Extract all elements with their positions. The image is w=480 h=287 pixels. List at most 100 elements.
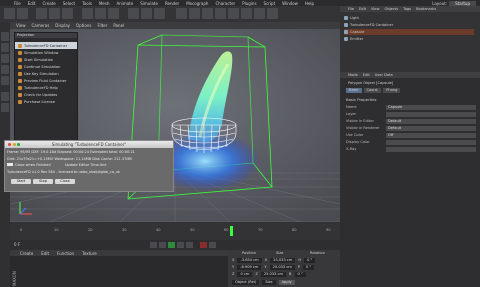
object-name[interactable]: Emitter <box>350 37 363 41</box>
coord-mode-select[interactable]: Object (Rel) <box>232 279 260 285</box>
rotate-tool-icon[interactable] <box>62 8 73 19</box>
light-icon[interactable] <box>267 8 278 19</box>
coord-value-field[interactable]: 25.033 cm <box>260 271 287 277</box>
menu-animate[interactable]: Animate <box>116 1 133 6</box>
plugin-menu-item[interactable]: Simulation Window <box>15 49 77 56</box>
camera-icon[interactable] <box>254 8 265 19</box>
coord-value-field[interactable]: 25.033 cm <box>269 264 295 270</box>
attribute-tab-phong[interactable]: Phong <box>383 88 401 93</box>
plugin-menu-item[interactable]: Continue Simulation <box>15 63 77 70</box>
z-axis-icon[interactable] <box>108 8 119 19</box>
material-menu-edit[interactable]: Edit <box>41 251 49 256</box>
attribute-tab-coord[interactable]: Coord. <box>363 88 382 93</box>
close-when-finished-checkbox[interactable] <box>7 163 13 166</box>
menu-script[interactable]: Script <box>264 1 276 6</box>
attribute-value-field[interactable]: Off <box>386 132 476 138</box>
play-icon[interactable] <box>168 242 175 248</box>
material-menu-texture[interactable]: Texture <box>82 251 97 256</box>
object-name[interactable]: Capsule <box>350 30 364 34</box>
material-menu-function[interactable]: Function <box>57 251 74 256</box>
viewport-menu-view[interactable]: View <box>16 23 26 28</box>
attribute-value-field[interactable]: Default <box>386 125 476 131</box>
viewport-menu-filter[interactable]: Filter <box>97 23 107 28</box>
coord-value-field[interactable]: 25.033 cm <box>270 257 296 263</box>
menu-select[interactable]: Select <box>63 1 75 6</box>
object-menu-edit[interactable]: Edit <box>359 7 366 11</box>
polygons-mode-icon[interactable] <box>1 76 9 85</box>
zoom-window-icon[interactable] <box>17 143 20 146</box>
menu-file[interactable]: File <box>14 1 21 6</box>
step-forward-icon[interactable] <box>177 242 184 248</box>
deformer-icon[interactable] <box>228 8 239 19</box>
plugin-menu-item[interactable]: Check for Updates <box>15 91 77 98</box>
render-picture-icon[interactable] <box>141 8 152 19</box>
material-manager[interactable] <box>10 256 228 287</box>
object-menu-view[interactable]: View <box>371 7 380 11</box>
autokey-icon[interactable] <box>209 242 216 248</box>
plugin-menu-item[interactable]: TurbulenceFD Help <box>15 84 77 91</box>
attribute-value-field[interactable]: Default <box>386 118 476 124</box>
plugin-menu-item[interactable]: Use Key Simulation <box>15 70 77 77</box>
coord-value-field[interactable]: 0 ° <box>304 257 316 263</box>
move-tool-icon[interactable] <box>36 8 47 19</box>
goto-start-icon[interactable] <box>150 242 157 248</box>
menu-mocograph[interactable]: Mocograph <box>186 1 208 6</box>
timeline-playhead[interactable] <box>230 226 233 236</box>
subdivision-icon[interactable] <box>202 8 213 19</box>
y-axis-icon[interactable] <box>95 8 106 19</box>
snap-icon[interactable] <box>1 92 9 101</box>
plugin-menu-item[interactable]: TurbulenceFD Container <box>15 42 77 49</box>
object-menu-bookmarks[interactable]: Bookmarks <box>416 7 436 11</box>
pen-icon[interactable] <box>189 8 200 19</box>
coord-value-field[interactable]: -6.909 cm <box>237 264 262 270</box>
x-axis-icon[interactable] <box>82 8 93 19</box>
redo-icon[interactable] <box>17 8 28 19</box>
menu-character[interactable]: Character <box>215 1 235 6</box>
timeline[interactable]: 0 10 20 30 40 50 60 70 80 90 <box>10 222 340 240</box>
attribute-value-field[interactable] <box>386 146 476 152</box>
cube-icon[interactable] <box>176 8 187 19</box>
undo-icon[interactable] <box>4 8 15 19</box>
coord-value-field[interactable]: 0 ° <box>303 264 315 270</box>
coord-value-field[interactable]: 0 cm <box>237 271 253 277</box>
attribute-menu-user-data[interactable]: User Data <box>375 73 393 77</box>
close-window-icon[interactable] <box>8 143 11 146</box>
viewport-menu-display[interactable]: Display <box>55 23 70 28</box>
model-mode-icon[interactable] <box>1 32 9 41</box>
goto-end-icon[interactable] <box>186 242 193 248</box>
viewport-menu-panel[interactable]: Panel <box>113 23 124 28</box>
plugin-menu-item[interactable]: Purchase License <box>15 98 77 105</box>
attribute-value-field[interactable] <box>386 139 476 145</box>
viewport-menu-options[interactable]: Options <box>76 23 91 28</box>
coord-value-field[interactable]: -3.654 cm <box>237 257 262 263</box>
apply-button[interactable]: Apply <box>278 279 295 285</box>
plugin-menu-item[interactable]: Start Simulation <box>15 56 77 63</box>
floor-icon[interactable] <box>241 8 252 19</box>
menu-help[interactable]: Help <box>305 1 314 6</box>
attribute-value-field[interactable] <box>386 111 476 117</box>
material-menu-create[interactable]: Create <box>20 251 33 256</box>
menu-window[interactable]: Window <box>282 1 298 6</box>
menu-simulate[interactable]: Simulate <box>140 1 158 6</box>
menu-tools[interactable]: Tools <box>82 1 92 6</box>
close-button[interactable]: Close <box>55 179 75 184</box>
points-mode-icon[interactable] <box>1 54 9 63</box>
render-settings-icon[interactable] <box>154 8 165 19</box>
minimize-window-icon[interactable] <box>12 143 16 146</box>
scale-tool-icon[interactable] <box>49 8 60 19</box>
object-row[interactable]: TurbulenceFD Container <box>344 22 393 28</box>
object-menu-tags[interactable]: Tags <box>403 7 411 11</box>
object-name[interactable]: TurbulenceFD Container <box>350 23 393 27</box>
start-button[interactable]: Start <box>11 179 31 184</box>
menu-edit[interactable]: Edit <box>28 1 36 6</box>
menu-mesh[interactable]: Mesh <box>99 1 110 6</box>
object-row[interactable]: Emitter <box>344 36 363 42</box>
menu-create[interactable]: Create <box>42 1 55 6</box>
coord-value-field[interactable]: 0 ° <box>294 271 306 277</box>
step-back-icon[interactable] <box>159 242 166 248</box>
object-menu-file[interactable]: File <box>348 7 354 11</box>
attribute-menu-edit[interactable]: Edit <box>363 73 370 77</box>
attribute-tab-basic[interactable]: Basic <box>346 88 362 93</box>
texture-mode-icon[interactable] <box>1 43 9 52</box>
object-name[interactable]: Light <box>350 16 359 20</box>
